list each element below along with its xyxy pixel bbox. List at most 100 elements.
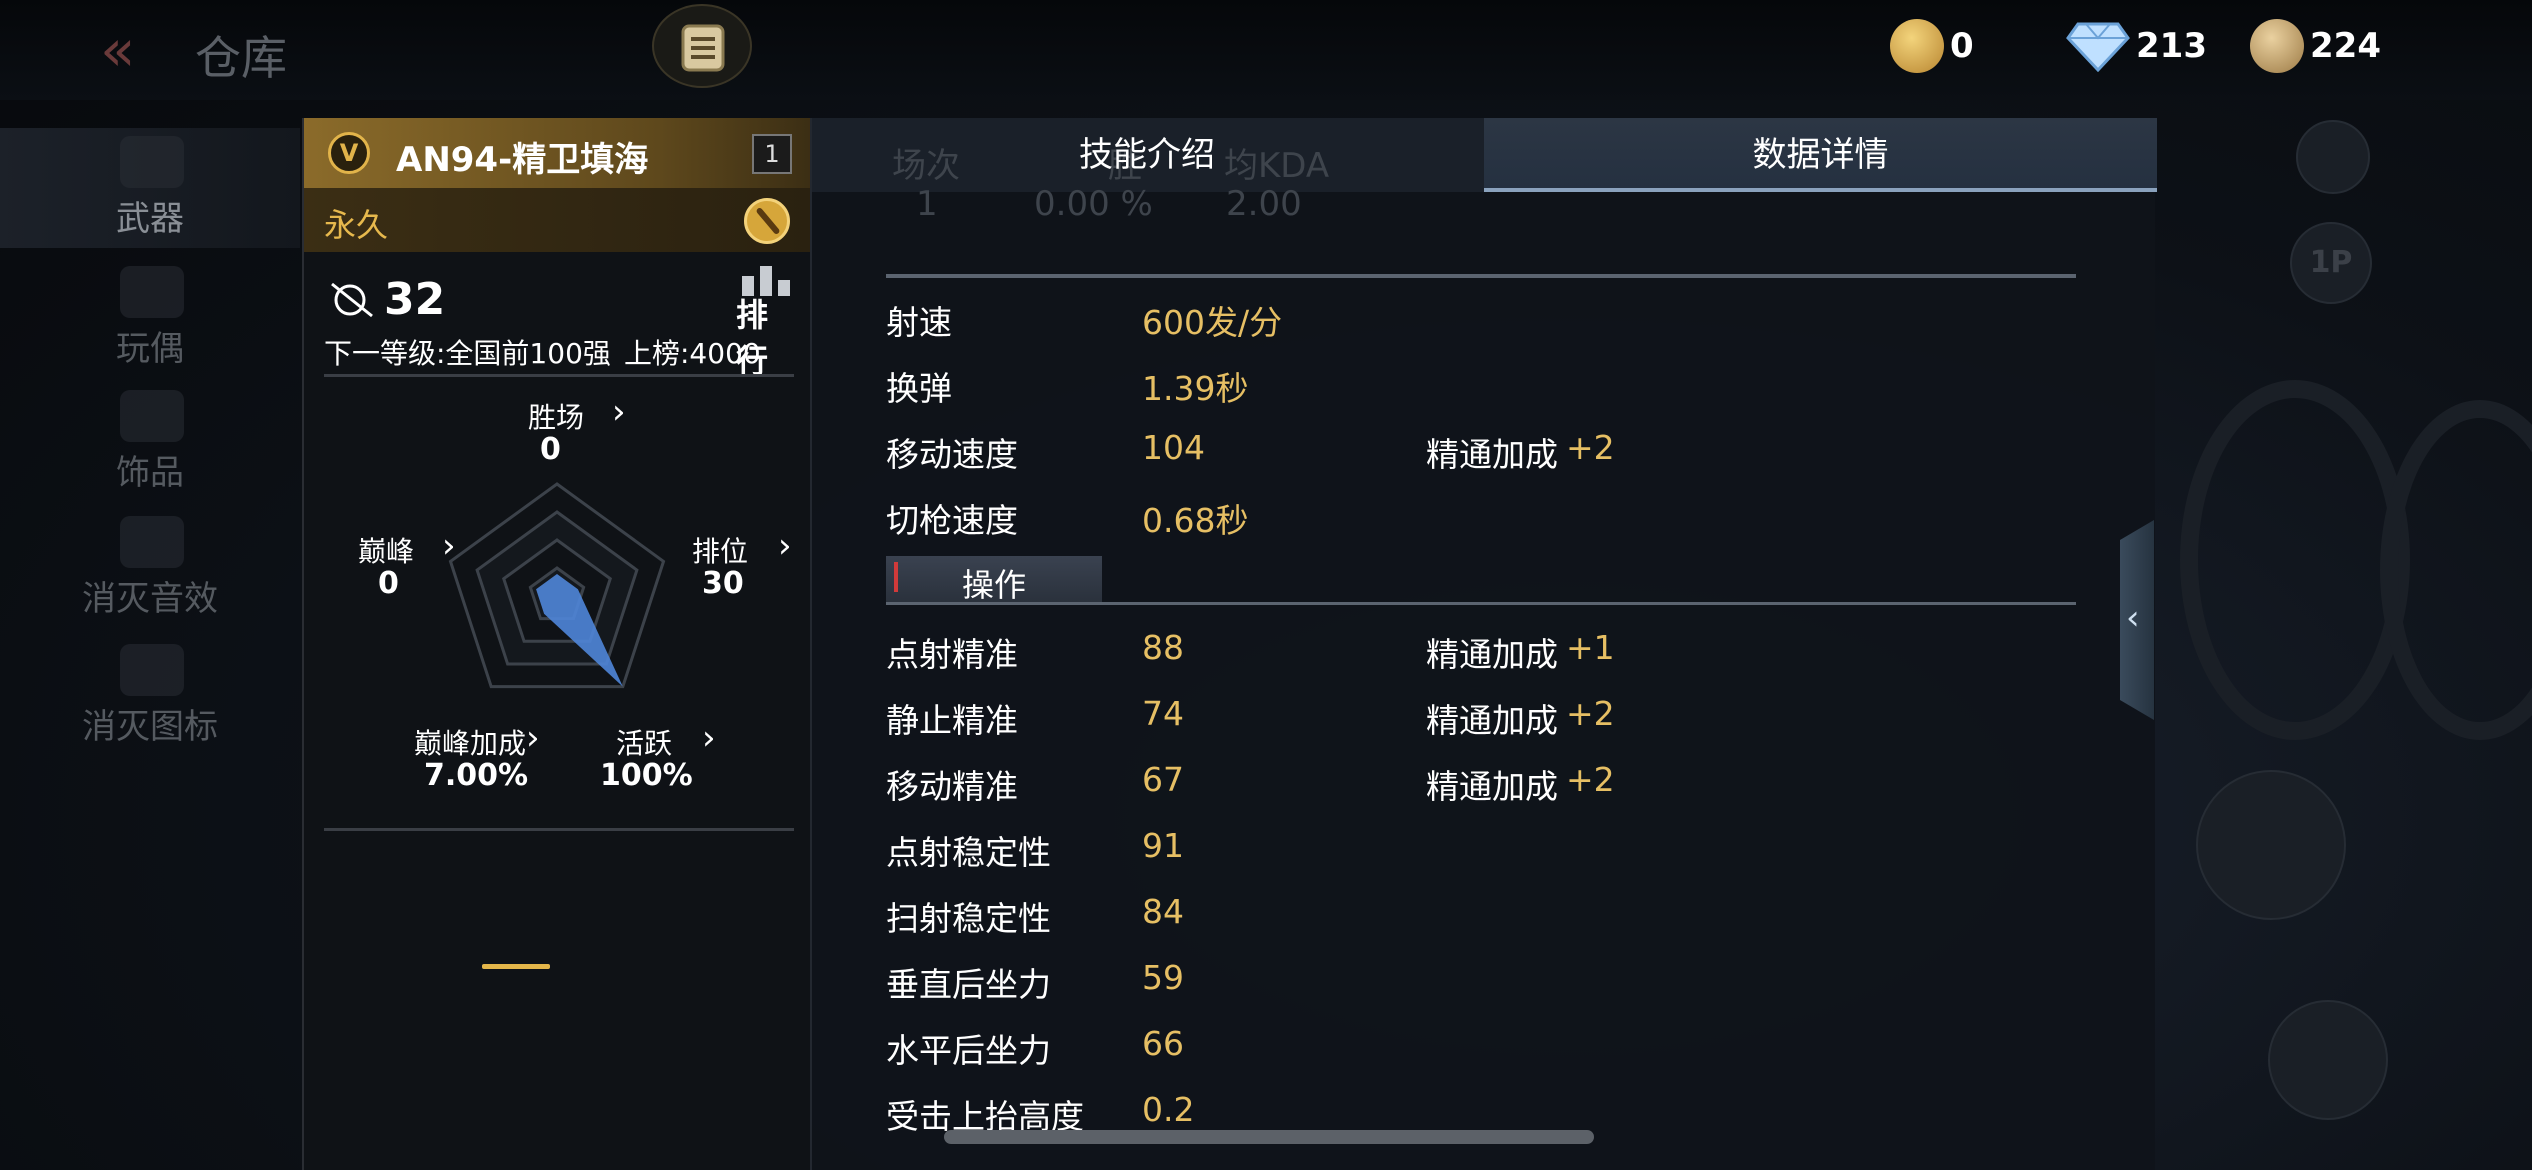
weapon-count: 1: [752, 134, 792, 174]
stat-value: 66: [1142, 1024, 1184, 1063]
stat-value: 84: [1142, 892, 1184, 931]
bonus-label: 精通加成: [1426, 635, 1558, 674]
page-title: 仓库: [195, 31, 287, 85]
stat-value: 59: [1142, 958, 1184, 997]
doll-icon: [120, 266, 184, 318]
ornament-icon: [120, 390, 184, 442]
radar-value-peak-bonus: 7.00%: [424, 758, 529, 793]
stat-row: 移动速度 104 精通加成 +2: [886, 420, 2076, 476]
ghost-text: 1: [916, 184, 938, 224]
sidebar-item-label: 消灭图标: [82, 707, 218, 747]
rifle-icon: [120, 136, 184, 188]
currency-diamond[interactable]: 213: [2066, 16, 2207, 76]
stat-name: 换弹: [886, 369, 952, 408]
stat-name: 点射精准: [886, 635, 1018, 674]
sidebar-item-weapons[interactable]: 武器: [0, 128, 300, 248]
horizontal-scrollbar[interactable]: [944, 1130, 1594, 1144]
gamepad-button[interactable]: [2296, 120, 2370, 194]
stat-value: 67: [1142, 760, 1184, 799]
bullet-icon[interactable]: [2196, 770, 2346, 920]
stat-row: 点射精准 88 精通加成 +1: [886, 620, 2076, 676]
divider: [324, 374, 794, 377]
stat-value: 88: [1142, 628, 1184, 667]
mastery-medal-icon[interactable]: [744, 198, 790, 244]
chevron-right-icon[interactable]: ›: [612, 392, 626, 432]
duration-label: 永久: [324, 206, 389, 244]
chevron-right-icon[interactable]: ›: [702, 718, 716, 758]
radar-value-wins: 0: [540, 432, 561, 467]
stat-name: 扫射稳定性: [886, 899, 1051, 938]
chevron-right-icon[interactable]: ›: [778, 526, 792, 566]
bonus-value: +2: [1566, 428, 1615, 467]
stat-row: 切枪速度 0.68秒: [886, 486, 2076, 542]
bonus-value: +2: [1566, 694, 1615, 733]
ghost-text: 0.00 %: [1034, 184, 1153, 224]
stat-value: 0.68秒: [1142, 501, 1249, 540]
section-title: 操作: [961, 566, 1026, 604]
chevron-left-icon: ‹: [2126, 598, 2140, 638]
currency-swords[interactable]: 224: [2250, 16, 2381, 76]
stat-value: 104: [1142, 428, 1205, 467]
tab-data-details[interactable]: 数据详情: [1484, 118, 2157, 192]
stat-name: 静止精准: [886, 701, 1018, 740]
emblem-icon: [120, 644, 184, 696]
eye-view-button[interactable]: [2268, 1000, 2388, 1120]
radar-value-ranked: 30: [702, 566, 744, 601]
stat-row: 移动精准 67 精通加成 +2: [886, 752, 2076, 808]
stat-row: 射速 600发/分: [886, 288, 2076, 344]
stat-value: 74: [1142, 694, 1184, 733]
sidebar-item-dolls[interactable]: 玩偶: [0, 258, 300, 378]
chevron-right-icon[interactable]: ›: [526, 718, 540, 758]
page-indicator: [482, 964, 550, 969]
stat-row: 扫射稳定性 84: [886, 884, 2076, 940]
weapon-stat-value: 32: [384, 274, 446, 325]
category-sidebar: 武器 玩偶 饰品 消灭音效 消灭图标: [0, 118, 300, 1170]
currency-gold-ticket[interactable]: 0: [1890, 16, 1974, 76]
radar-chart: [448, 482, 666, 689]
radar-label-peak: 巅峰: [358, 535, 415, 568]
next-level-info: 下一等级:全国前100强: [324, 337, 611, 370]
collapse-panel-button[interactable]: ‹: [2120, 520, 2154, 720]
stat-value: 0.2: [1142, 1090, 1195, 1129]
leaderboard-threshold: 上榜:4000: [624, 337, 761, 370]
stat-row: 换弹 1.39秒: [886, 354, 2076, 410]
sidebar-item-kill-emblem[interactable]: 消灭图标: [0, 636, 300, 756]
bonus-value: +1: [1566, 628, 1615, 667]
crossed-swords-coin-icon: [2250, 19, 2304, 73]
bonus-label: 精通加成: [1426, 435, 1558, 474]
stat-value: 1.39秒: [1142, 369, 1249, 408]
ranking-button[interactable]: 排行: [736, 266, 798, 380]
perspective-button[interactable]: 1P: [2290, 222, 2372, 304]
weapon-header: V AN94-精卫填海 1: [304, 118, 812, 188]
back-arrow-icon[interactable]: «: [100, 20, 160, 80]
tab-skill-intro[interactable]: 技能介绍: [812, 118, 1482, 192]
notes-button[interactable]: [652, 4, 752, 88]
radar-label-wins: 胜场: [528, 401, 585, 434]
stat-row: 静止精准 74 精通加成 +2: [886, 686, 2076, 742]
stat-name: 点射稳定性: [886, 833, 1051, 872]
sidebar-item-label: 消灭音效: [82, 579, 218, 619]
radar-label-peak-bonus: 巅峰加成: [414, 727, 527, 760]
stat-value: 91: [1142, 826, 1184, 865]
sidebar-item-kill-sound[interactable]: 消灭音效: [0, 508, 300, 628]
stat-name: 垂直后坐力: [886, 965, 1051, 1004]
stat-row: 点射稳定性 91: [886, 818, 2076, 874]
duration-bar: 永久: [304, 188, 812, 252]
gold-ticket-coin-icon: [1890, 19, 1944, 73]
bonus-label: 精通加成: [1426, 701, 1558, 740]
currency-value: 224: [2310, 26, 2381, 66]
radar-label-ranked: 排位: [692, 535, 749, 568]
sidebar-item-label: 饰品: [116, 453, 184, 493]
stat-value: 600发/分: [1142, 303, 1283, 342]
sidebar-item-ornaments[interactable]: 饰品: [0, 382, 300, 502]
bonus-value: +2: [1566, 760, 1615, 799]
vip-badge: V: [328, 132, 370, 174]
sound-icon: [120, 516, 184, 568]
bonus-label: 精通加成: [1426, 767, 1558, 806]
sidebar-item-label: 武器: [116, 199, 184, 239]
stat-name: 水平后坐力: [886, 1031, 1051, 1070]
no-scope-kill-icon: [331, 282, 373, 318]
stat-name: 移动精准: [886, 767, 1018, 806]
top-bar: « 仓库 0 213 224: [0, 0, 2532, 100]
diamond-icon: [2066, 22, 2130, 72]
